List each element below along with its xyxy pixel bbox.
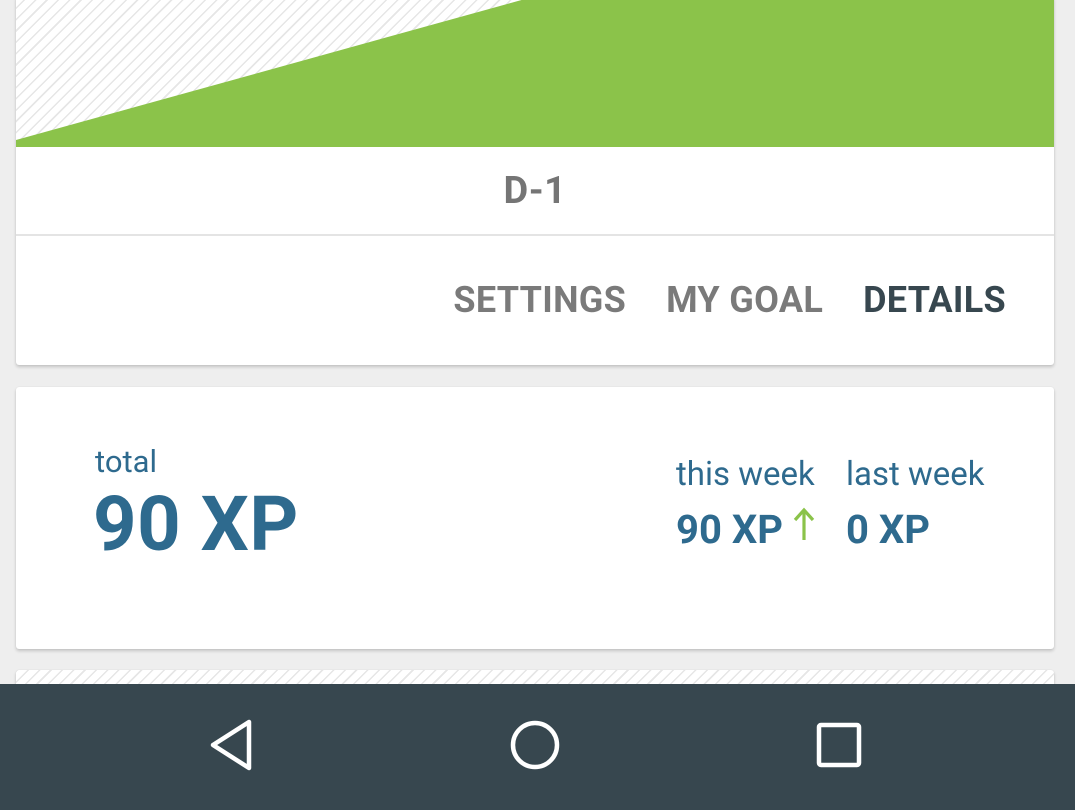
progress-chart	[16, 0, 1054, 147]
progress-chart-fill	[16, 0, 1054, 147]
back-triangle-icon	[208, 719, 256, 775]
progress-chart-svg	[16, 0, 1054, 147]
settings-button[interactable]: SETTINGS	[453, 279, 626, 321]
back-button[interactable]	[172, 684, 292, 810]
this-week-value: 90 XP	[676, 506, 784, 553]
arrow-up-icon	[793, 504, 815, 551]
deck-card: D-1 SETTINGS MY GOAL DETAILS	[16, 0, 1054, 365]
last-week-value: 0 XP	[846, 506, 931, 553]
home-circle-icon	[509, 719, 561, 775]
this-week-value-row: 90 XP	[676, 506, 815, 553]
system-navigation-bar	[0, 684, 1075, 810]
last-week-value-row: 0 XP	[846, 506, 985, 553]
xp-card: total 90 XP this week 90 XP last week 0 …	[16, 387, 1054, 649]
my-goal-button[interactable]: MY GOAL	[666, 279, 823, 321]
last-week-label: last week	[846, 455, 985, 494]
details-button[interactable]: DETAILS	[863, 279, 1006, 321]
deck-title: D-1	[503, 168, 567, 213]
this-week-label: this week	[676, 455, 815, 494]
total-xp-value: 90 XP	[93, 479, 299, 569]
last-week-column: last week 0 XP	[846, 455, 985, 553]
total-xp-label: total	[95, 443, 158, 480]
home-button[interactable]	[475, 684, 595, 810]
deck-title-row: D-1	[16, 147, 1054, 236]
recents-button[interactable]	[779, 684, 899, 810]
recents-square-icon	[816, 722, 862, 772]
deck-actions: SETTINGS MY GOAL DETAILS	[413, 236, 1006, 364]
this-week-column: this week 90 XP	[676, 455, 815, 553]
